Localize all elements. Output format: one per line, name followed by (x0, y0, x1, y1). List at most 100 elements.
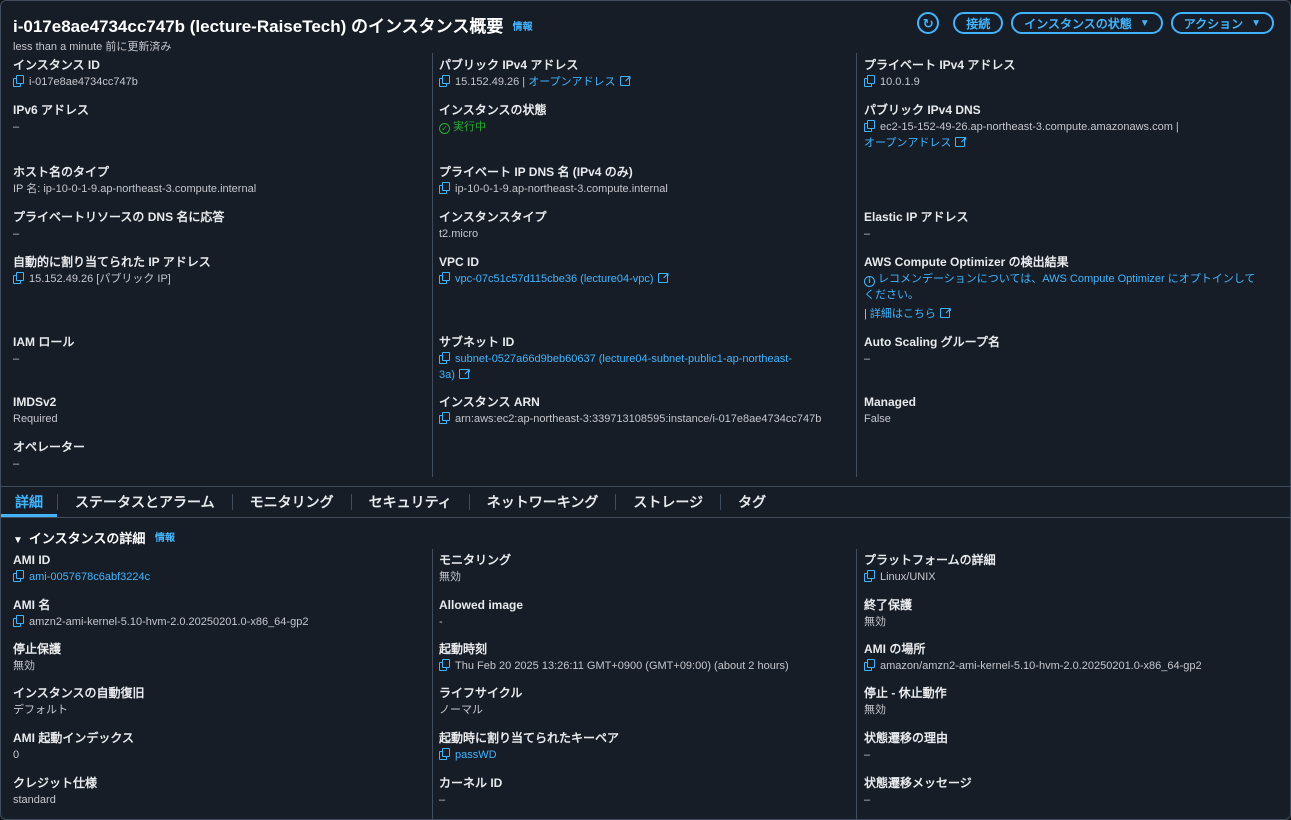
launch-time-value: Thu Feb 20 2025 13:26:11 GMT+0900 (GMT+0… (455, 660, 789, 672)
field-instance-id: インスタンス ID i-017e8ae4734cc747b (13, 58, 423, 90)
elastic-ip-value: – (864, 228, 871, 240)
copy-icon[interactable] (439, 412, 450, 424)
platform-value: Linux/UNIX (880, 571, 936, 583)
field-compute-optimizer: AWS Compute Optimizer の検出結果 i レコメンデーションにつ… (864, 255, 1279, 322)
public-dns-value: ec2-15-152-49-26.ap-northeast-3.compute.… (880, 121, 1179, 133)
copy-icon[interactable] (439, 182, 450, 194)
field-label: プライベート IPv4 アドレス (864, 58, 1016, 72)
divider (1, 517, 1291, 518)
info-link[interactable]: 情報 (155, 533, 175, 544)
field-public-dns: パブリック IPv4 DNS ec2-15-152-49-26.ap-north… (864, 103, 1274, 151)
transition-message-value: – (864, 794, 871, 806)
connect-label: 接続 (966, 16, 991, 31)
tab-monitoring[interactable]: モニタリング (233, 487, 351, 517)
actions-label: アクション (1183, 16, 1244, 31)
info-circle-icon: i (864, 276, 875, 287)
field-label: インスタンス ID (13, 58, 100, 72)
field-label: 起動時に割り当てられたキーペア (439, 731, 620, 745)
field-imdsv2: IMDSv2 Required (13, 395, 423, 427)
vpc-id-link[interactable]: vpc-07c51c57d115cbe36 (lecture04-vpc) (455, 273, 654, 285)
iam-role-value: – (13, 353, 20, 365)
open-address-link[interactable]: オープンアドレス (864, 137, 951, 149)
copy-icon[interactable] (439, 272, 450, 284)
copy-icon[interactable] (439, 352, 450, 364)
field-public-ipv4: パブリック IPv4 アドレス 15.152.49.26 | オープンアドレス (439, 58, 849, 90)
copy-icon[interactable] (13, 75, 24, 87)
tab-security[interactable]: セキュリティ (352, 487, 469, 517)
section-title-instance-details[interactable]: ▼ インスタンスの詳細 情報 (13, 528, 175, 547)
field-label: ライフサイクル (439, 686, 523, 700)
ami-name-value: amzn2-ami-kernel-5.10-hvm-2.0.20250201.0… (29, 616, 309, 628)
field-label: 停止保護 (13, 642, 62, 656)
auto-ip-value: 15.152.49.26 [パブリック IP] (29, 273, 171, 285)
copy-icon[interactable] (13, 570, 24, 582)
monitoring-value: 無効 (439, 571, 461, 583)
actions-button[interactable]: アクション ▼ (1170, 12, 1274, 34)
instance-state-value: 実行中 (453, 121, 486, 133)
column-divider (432, 549, 433, 820)
field-label: サブネット ID (439, 335, 515, 349)
tab-status-alarms[interactable]: ステータスとアラーム (58, 487, 232, 517)
operator-value: – (13, 458, 20, 470)
termination-protection-value: 無効 (864, 616, 886, 628)
field-lifecycle: ライフサイクル ノーマル (439, 686, 849, 718)
copy-icon[interactable] (864, 570, 875, 582)
instance-state-button[interactable]: インスタンスの状態 ▼ (1011, 12, 1163, 34)
tab-networking[interactable]: ネットワーキング (470, 487, 616, 517)
copy-icon[interactable] (864, 75, 875, 87)
field-label: AMI 名 (13, 598, 51, 612)
imdsv2-value: Required (13, 413, 58, 425)
header-actions: ↻ 接続 インスタンスの状態 ▼ アクション ▼ (917, 12, 1274, 34)
field-auto-ip: 自動的に割り当てられた IP アドレス 15.152.49.26 [パブリック … (13, 255, 423, 287)
copy-icon[interactable] (864, 120, 875, 132)
key-pair-link[interactable]: passWD (455, 749, 497, 761)
private-resource-dns-value: – (13, 228, 20, 240)
external-link-icon (657, 268, 670, 284)
credit-spec-value: standard (13, 794, 56, 806)
subnet-id-link[interactable]: subnet-0527a66d9beb60637 (lecture04-subn… (455, 353, 792, 365)
field-label: インスタンスの自動復旧 (13, 686, 145, 700)
optimizer-text[interactable]: レコメンデーションについては、AWS Compute Optimizer にオプ… (878, 273, 1255, 285)
field-label: プライベート IP DNS 名 (IPv4 のみ) (439, 165, 633, 179)
field-private-ipv4: プライベート IPv4 アドレス 10.0.1.9 (864, 58, 1274, 90)
field-label: プライベートリソースの DNS 名に応答 (13, 210, 225, 224)
connect-button[interactable]: 接続 (953, 12, 1004, 34)
tab-storage[interactable]: ストレージ (616, 487, 720, 517)
field-label: 状態遷移メッセージ (864, 776, 972, 790)
refresh-icon[interactable]: ↻ (917, 12, 940, 34)
public-ipv4-value: 15.152.49.26 | (455, 76, 526, 88)
tab-tags[interactable]: タグ (721, 487, 783, 517)
copy-icon[interactable] (439, 659, 450, 671)
field-label: AWS Compute Optimizer の検出結果 (864, 255, 1069, 269)
column-divider (432, 53, 433, 477)
field-ami-launch-index: AMI 起動インデックス 0 (13, 731, 423, 763)
field-credit-spec: クレジット仕様 standard (13, 776, 423, 808)
field-label: Managed (864, 395, 917, 409)
field-ami-id: AMI ID ami-0057678c6abf3224c (13, 553, 423, 585)
column-divider (856, 549, 857, 820)
private-ipv4-value: 10.0.1.9 (880, 76, 920, 88)
field-asg: Auto Scaling グループ名 – (864, 335, 1274, 367)
tab-details[interactable]: 詳細 (1, 487, 57, 517)
summary-header: i-017e8ae4734cc747b (lecture-RaiseTech) … (13, 12, 1274, 53)
copy-icon[interactable] (439, 748, 450, 760)
field-label: ホスト名のタイプ (13, 165, 110, 179)
info-link[interactable]: 情報 (513, 22, 533, 33)
copy-icon[interactable] (13, 615, 24, 627)
learn-more-link[interactable]: 詳細はこちら (870, 308, 936, 320)
copy-icon[interactable] (13, 272, 24, 284)
field-kernel-id: カーネル ID – (439, 776, 849, 808)
allowed-image-value: - (439, 616, 443, 628)
ami-location-value: amazon/amzn2-ami-kernel-5.10-hvm-2.0.202… (880, 660, 1202, 672)
ami-id-link[interactable]: ami-0057678c6abf3224c (29, 571, 150, 583)
copy-icon[interactable] (864, 659, 875, 671)
subnet-id-link-cont[interactable]: 3a) (439, 369, 455, 381)
field-label: オペレーター (13, 440, 86, 454)
caret-down-icon: ▼ (1251, 17, 1261, 29)
field-label: モニタリング (439, 553, 512, 567)
optimizer-text-cont[interactable]: ください。 (864, 287, 1279, 303)
copy-icon[interactable] (439, 75, 450, 87)
open-address-link[interactable]: オープンアドレス (528, 76, 615, 88)
field-label: IPv6 アドレス (13, 103, 90, 117)
transition-reason-value: – (864, 749, 871, 761)
